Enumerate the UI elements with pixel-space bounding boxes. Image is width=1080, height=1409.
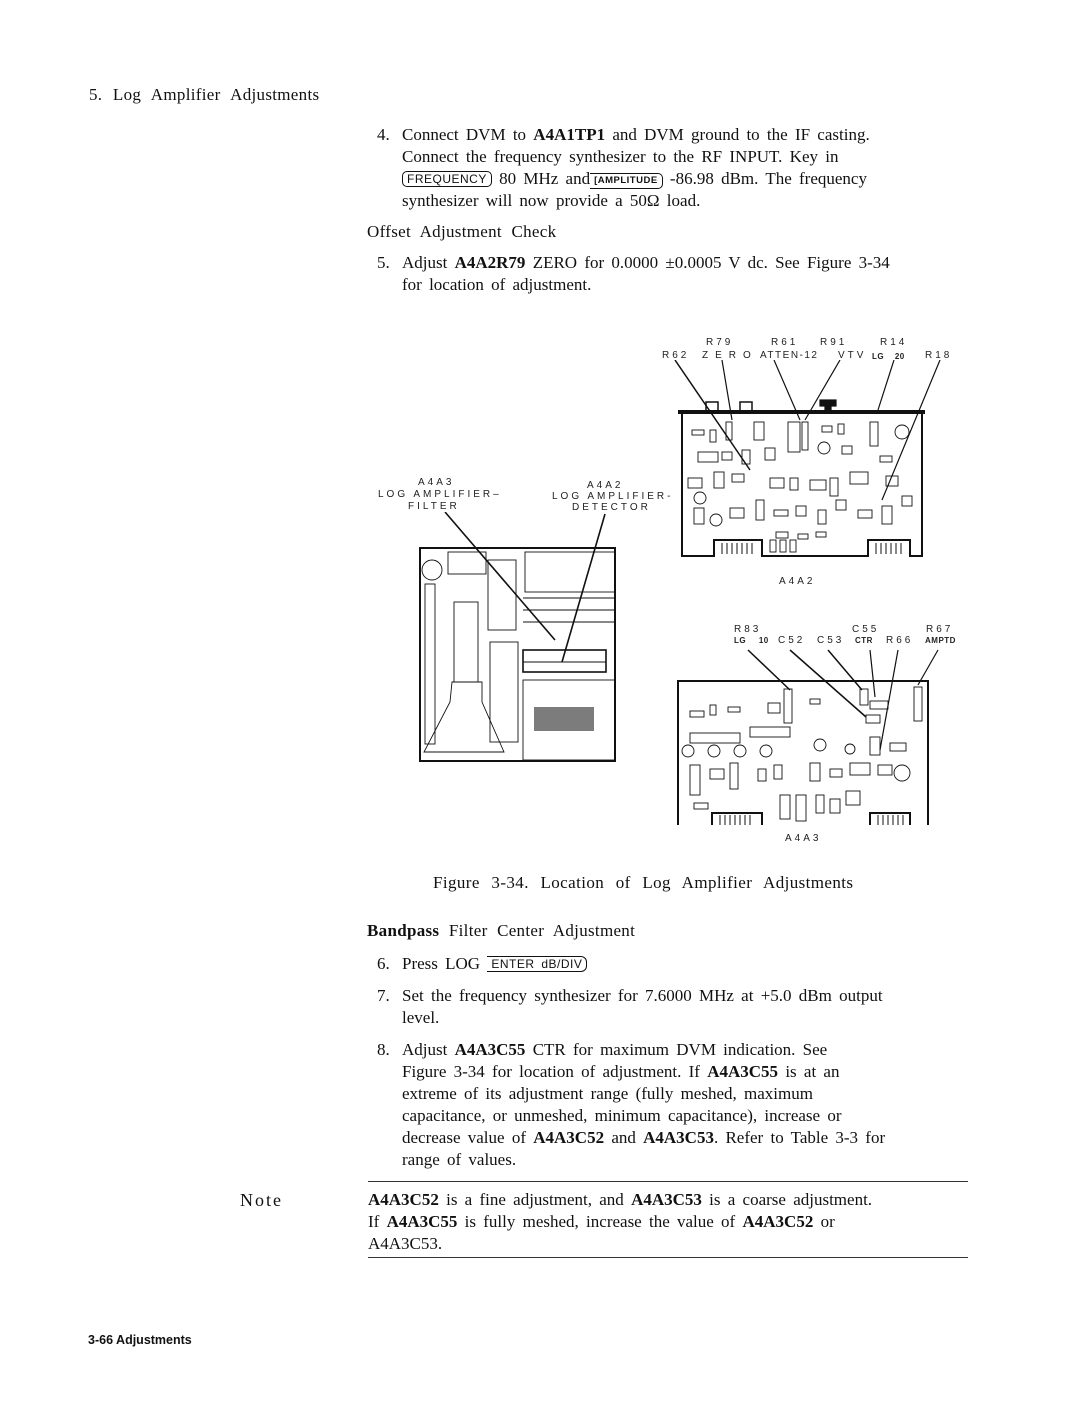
enter-db-div-key: ENTER dB/DIV bbox=[487, 956, 588, 972]
text: Connect DVM to bbox=[402, 125, 534, 144]
text: CTR for maximum DVM indication. See bbox=[525, 1040, 828, 1059]
text: Set the frequency synthesizer for 7.6000… bbox=[402, 986, 883, 1005]
text: decrease value of bbox=[402, 1128, 534, 1147]
text: extreme of its adjustment range (fully m… bbox=[402, 1084, 813, 1103]
text: range of values. bbox=[402, 1150, 517, 1169]
callout-c55-desc: CTR bbox=[855, 636, 873, 645]
callout-c55: C55 bbox=[852, 624, 880, 635]
text: or bbox=[813, 1212, 835, 1231]
overview-a4a3-line2: FILTER bbox=[408, 501, 460, 512]
board-label-a4a2: A4A2 bbox=[779, 576, 816, 587]
overview-a4a2-ref: A4A2 bbox=[587, 480, 624, 491]
callout-r83-desc: LG 10 bbox=[734, 636, 769, 645]
note-body: A4A3C52 is a fine adjustment, and A4A3C5… bbox=[368, 1189, 968, 1255]
text: and bbox=[604, 1128, 644, 1147]
step-5: 5. Adjust A4A2R79 ZERO for 0.0000 ±0.000… bbox=[377, 252, 967, 296]
overview-a4a3-line1: LOG AMPLIFIER– bbox=[378, 489, 502, 500]
step-number: 8. bbox=[377, 1040, 390, 1059]
text: 80 MHz and bbox=[491, 169, 591, 188]
text: Figure 3-34 for location of adjustment. … bbox=[402, 1062, 708, 1081]
overview-a4a3-ref: A4A3 bbox=[418, 477, 455, 488]
text: A4A3C53. bbox=[368, 1234, 443, 1253]
reference-a4a3c55: A4A3C55 bbox=[707, 1062, 779, 1081]
step-number: 7. bbox=[377, 986, 390, 1005]
text: is a coarse adjustment. bbox=[701, 1190, 873, 1209]
text: Connect the frequency synthesizer to the… bbox=[402, 147, 839, 166]
text: for location of adjustment. bbox=[402, 275, 592, 294]
section-title: 5. Log Amplifier Adjustments bbox=[89, 85, 320, 104]
figure-caption: Figure 3-34. Location of Log Amplifier A… bbox=[433, 873, 854, 892]
callout-r14: R14 bbox=[880, 337, 908, 348]
a4a2-board-drawing bbox=[674, 360, 941, 557]
page-number: 3-66 bbox=[88, 1333, 114, 1347]
step-number: 6. bbox=[377, 954, 390, 973]
text: synthesizer will now provide a 50Ω load. bbox=[402, 191, 701, 210]
page-footer: 3-66 Adjustments bbox=[88, 1333, 192, 1347]
text: is at an bbox=[778, 1062, 840, 1081]
text: capacitance, or unmeshed, minimum capaci… bbox=[402, 1106, 842, 1125]
reference-a4a3c52: A4A3C52 bbox=[368, 1190, 439, 1209]
reference-a4a3c53: A4A3C53 bbox=[643, 1128, 714, 1147]
text: If bbox=[368, 1212, 387, 1231]
callout-r91: R91 bbox=[820, 337, 848, 348]
text: . Refer to Table 3-3 for bbox=[713, 1128, 886, 1147]
callout-r67-desc: AMPTD bbox=[925, 636, 956, 645]
footer-section: Adjustments bbox=[116, 1333, 192, 1347]
text: Adjust bbox=[402, 253, 455, 272]
callout-r67: R67 bbox=[926, 624, 954, 635]
text: and DVM ground to the IF casting. bbox=[605, 125, 870, 144]
reference-a4a1tp1: A4A1TP1 bbox=[533, 125, 606, 144]
offset-adjustment-heading: Offset Adjustment Check bbox=[367, 222, 557, 241]
step-7: 7. Set the frequency synthesizer for 7.6… bbox=[377, 985, 967, 1029]
amplitude-key: [AMPLITUDE bbox=[590, 173, 663, 189]
step-number: 4. bbox=[377, 125, 390, 144]
text: -86.98 dBm. The frequency bbox=[662, 169, 867, 188]
callout-r61: R61 bbox=[771, 337, 799, 348]
text: Press LOG bbox=[402, 954, 488, 973]
text: level. bbox=[402, 1008, 440, 1027]
heading-bold: Bandpass bbox=[367, 921, 440, 940]
text: is a fine adjustment, and bbox=[438, 1190, 632, 1209]
a4a3-board-drawing bbox=[677, 649, 939, 825]
text: is fully meshed, increase the value of bbox=[457, 1212, 743, 1231]
reference-a4a3c55: A4A3C55 bbox=[454, 1040, 526, 1059]
reference-a4a2r79: A4A2R79 bbox=[454, 253, 526, 272]
reference-a4a3c52: A4A3C52 bbox=[742, 1212, 814, 1231]
reference-a4a3c53: A4A3C53 bbox=[631, 1190, 702, 1209]
step-8: 8. Adjust A4A3C55 CTR for maximum DVM in… bbox=[377, 1039, 967, 1171]
frequency-key: FREQUENCY bbox=[402, 171, 492, 187]
step-6: 6. Press LOG ENTER dB/DIV bbox=[377, 953, 967, 975]
instrument-overview-drawing bbox=[419, 512, 616, 762]
note-bottom-rule bbox=[368, 1257, 968, 1258]
board-label-a4a3: A4A3 bbox=[785, 833, 822, 844]
heading-rest: Filter Center Adjustment bbox=[439, 921, 636, 940]
step-4: 4. Connect DVM to A4A1TP1 and DVM ground… bbox=[377, 124, 967, 212]
text: Adjust bbox=[402, 1040, 455, 1059]
note-top-rule bbox=[368, 1181, 968, 1182]
callout-r83: R83 bbox=[734, 624, 762, 635]
callout-r79: R79 bbox=[706, 337, 734, 348]
text: ZERO for 0.0000 ±0.0005 V dc. See Figure… bbox=[525, 253, 890, 272]
overview-a4a2-line1: LOG AMPLIFIER- bbox=[552, 491, 674, 502]
bandpass-heading: Bandpass Filter Center Adjustment bbox=[367, 920, 635, 942]
step-number: 5. bbox=[377, 253, 390, 272]
reference-a4a3c55: A4A3C55 bbox=[386, 1212, 458, 1231]
note-label: Note bbox=[240, 1190, 283, 1210]
reference-a4a3c52: A4A3C52 bbox=[533, 1128, 605, 1147]
